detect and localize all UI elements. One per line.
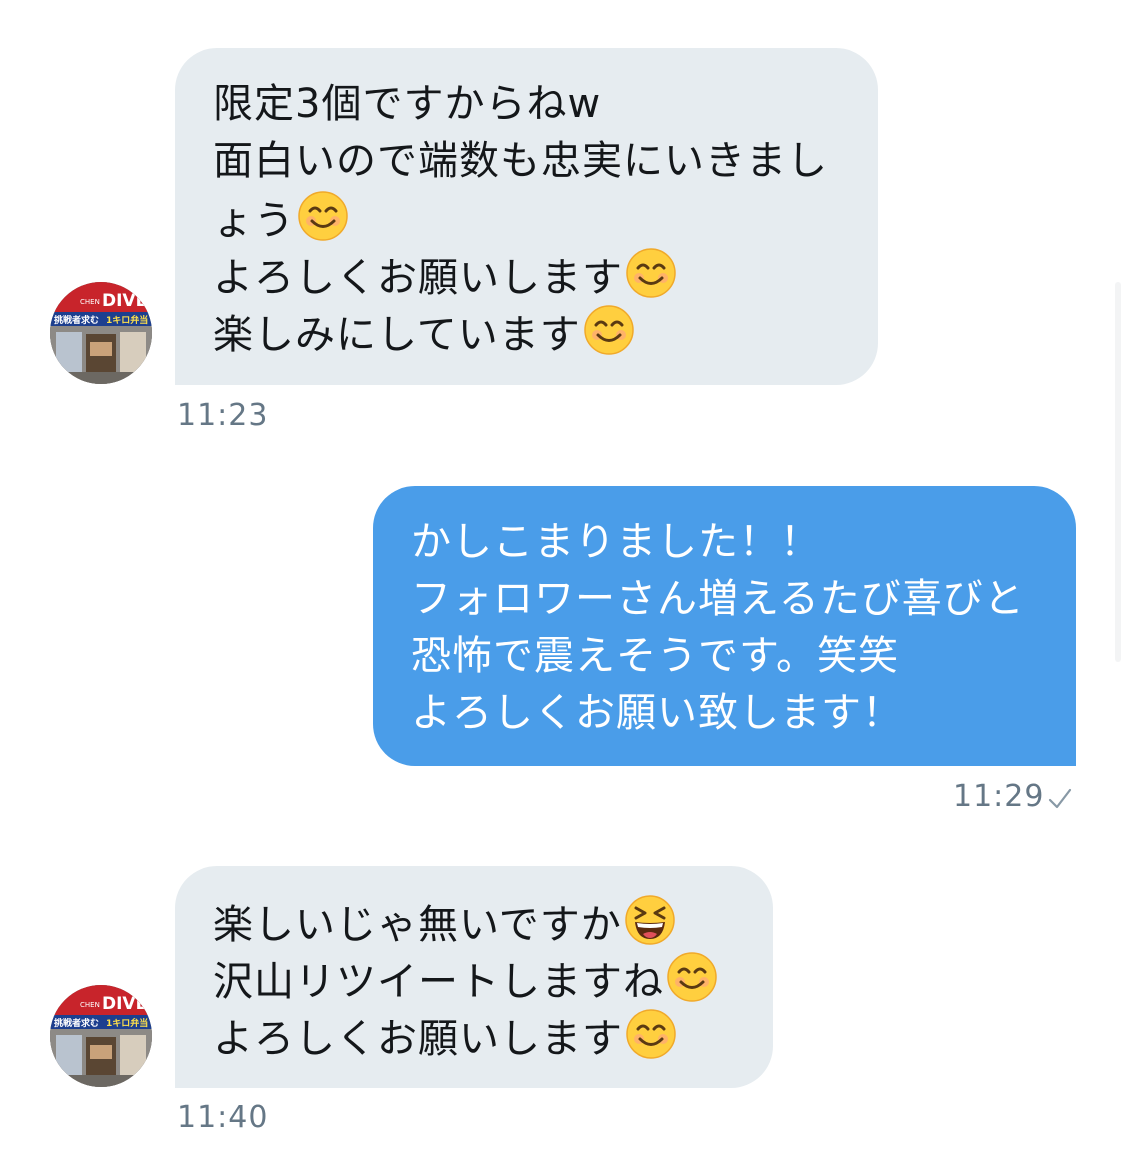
message-line: ょう: [213, 190, 842, 247]
checkmark-icon: [1048, 788, 1072, 809]
message-timestamp: 11:23: [177, 398, 269, 433]
message-line: 面白いので端数も忠実にいきまし: [213, 138, 828, 184]
message-timestamp: 11:29: [953, 779, 1045, 814]
message-line: 沢山リツイートしますね: [213, 951, 737, 1008]
svg-text:DIVE: DIVE: [102, 994, 147, 1014]
svg-text:1キロ弁当: 1キロ弁当: [106, 314, 148, 326]
avatar[interactable]: CHEN DIVE 挑戦者求む 1キロ弁当: [50, 985, 152, 1087]
svg-text:挑戦者求む: 挑戦者求む: [54, 1017, 99, 1029]
message-line: よろしくお願いします: [213, 247, 842, 304]
message-line: 楽しみにしています: [213, 304, 842, 361]
smiling-face-emoji: [625, 247, 677, 299]
grinning-squinting-face-emoji: [624, 894, 676, 946]
message-line: 楽しいじゃ無いですか: [213, 894, 737, 951]
message-timestamp: 11:40: [177, 1100, 269, 1135]
message-line: よろしくお願い致します！: [411, 690, 903, 736]
message-line: フォロワーさん増えるたび喜びと: [411, 576, 1025, 622]
message-line: 限定3個ですからねw: [213, 81, 602, 127]
scroll-indicator[interactable]: [1115, 282, 1121, 662]
svg-text:挑戦者求む: 挑戦者求む: [54, 314, 99, 326]
svg-text:1キロ弁当: 1キロ弁当: [106, 1017, 148, 1029]
svg-text:DIVE: DIVE: [102, 291, 147, 311]
smiling-face-emoji: [297, 190, 349, 242]
message-line: よろしくお願いします: [213, 1008, 737, 1065]
svg-text:CHEN: CHEN: [80, 298, 100, 306]
smiling-face-emoji: [625, 1008, 677, 1060]
smiling-face-emoji: [583, 304, 635, 356]
message-bubble-incoming[interactable]: 楽しいじゃ無いですか 沢山リツイートしますね よろしくお願いします: [175, 866, 773, 1088]
smiling-face-emoji: [666, 951, 718, 1003]
message-bubble-incoming[interactable]: 限定3個ですからねw 面白いので端数も忠実にいきまし ょう よろしくお願いします…: [175, 48, 878, 385]
svg-text:CHEN: CHEN: [80, 1001, 100, 1009]
avatar[interactable]: CHEN DIVE 挑戦者求む 1キロ弁当: [50, 282, 152, 384]
message-line: かしこまりました！！: [411, 519, 821, 565]
message-line: 恐怖で震えそうです。笑笑: [411, 633, 899, 679]
message-bubble-outgoing[interactable]: かしこまりました！！ フォロワーさん増えるたび喜びと 恐怖で震えそうです。笑笑 …: [373, 486, 1076, 766]
